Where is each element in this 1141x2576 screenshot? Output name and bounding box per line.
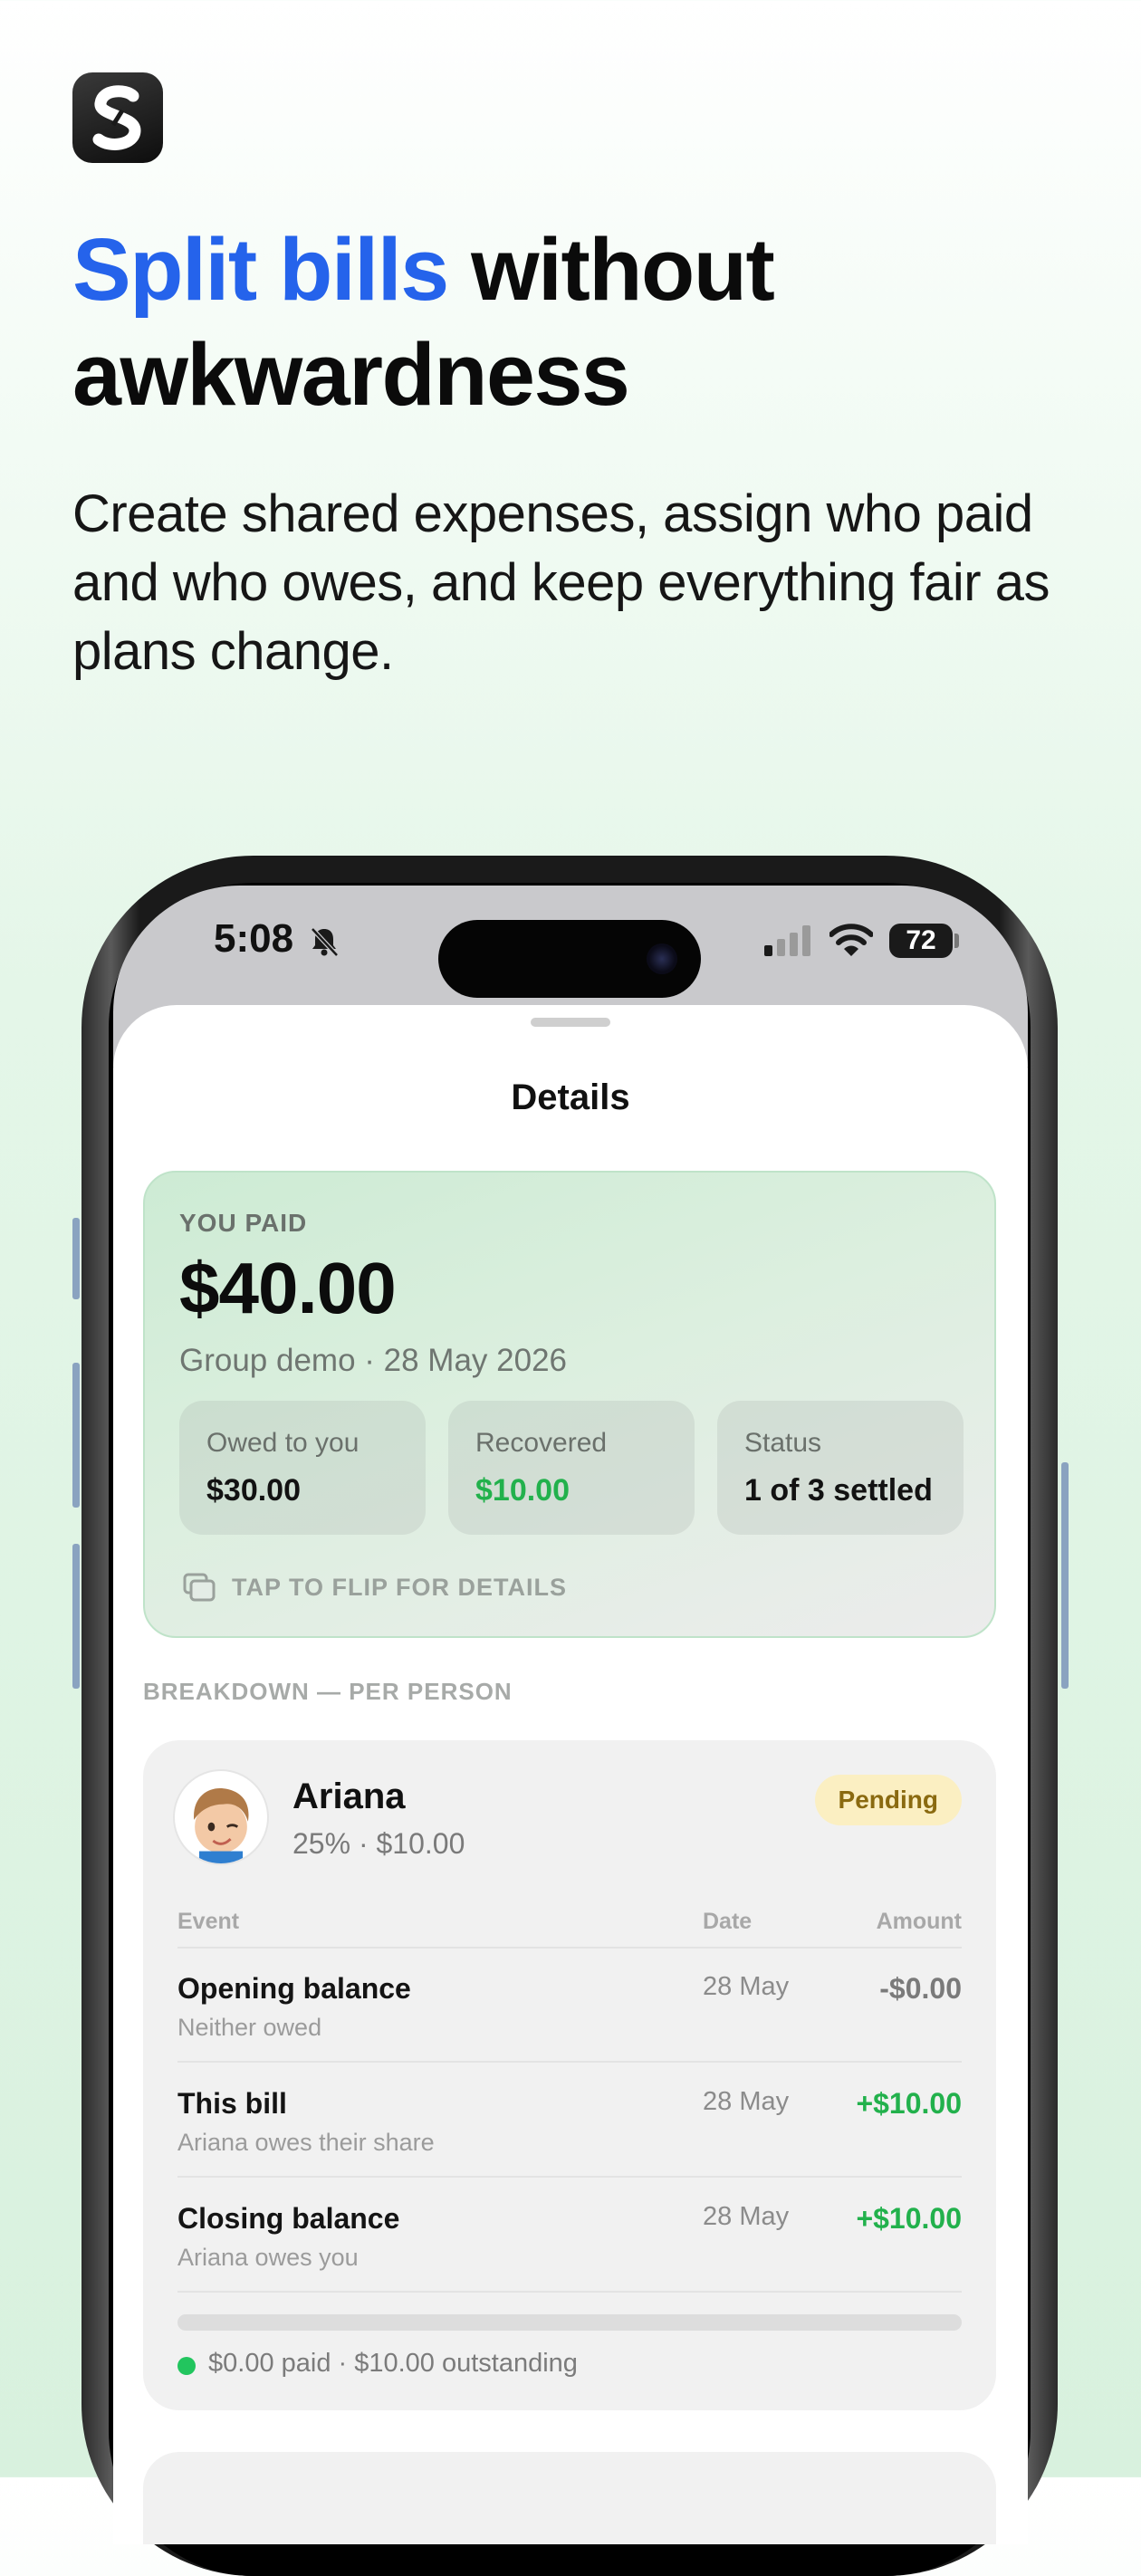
divider	[177, 2176, 962, 2178]
row-subtitle: Neither owed	[177, 2014, 322, 2041]
stat-value: $10.00	[475, 1473, 570, 1508]
battery-level: 72	[906, 925, 936, 955]
status-dot	[177, 2357, 196, 2375]
column-header-date: Date	[703, 1909, 753, 1934]
power-button	[1061, 1462, 1069, 1689]
row-amount: -$0.00	[879, 1972, 962, 2005]
divider	[177, 2291, 962, 2293]
bill-meta: Group demo · 28 May 2026	[179, 1343, 568, 1378]
stat-value: 1 of 3 settled	[744, 1473, 933, 1508]
stat-value: $30.00	[206, 1473, 301, 1508]
row-date: 28 May	[703, 2087, 790, 2116]
divider	[177, 2061, 962, 2063]
you-paid-label: YOU PAID	[179, 1209, 308, 1237]
person-share: 25% · $10.00	[292, 1827, 465, 1860]
breakdown-section-label: BREAKDOWN — PER PERSON	[143, 1678, 513, 1705]
volume-up-button	[72, 1363, 80, 1508]
row-subtitle: Ariana owes their share	[177, 2129, 435, 2156]
stat-owed-to-you: Owed to you $30.00	[179, 1401, 426, 1535]
avatar	[173, 1769, 269, 1865]
dynamic-island	[438, 920, 701, 998]
row-date: 28 May	[703, 1972, 790, 2001]
action-button	[72, 1218, 80, 1299]
headline: Split bills without awkwardness	[72, 217, 1069, 427]
sheet-grabber[interactable]	[531, 1018, 610, 1027]
divider	[177, 1947, 962, 1949]
progress-text: $0.00 paid · $10.00 outstanding	[208, 2349, 578, 2378]
person-name: Ariana	[292, 1776, 406, 1816]
row-title: Opening balance	[177, 1972, 411, 2005]
wifi-icon	[829, 924, 873, 956]
front-camera	[647, 943, 677, 974]
bell-slash-icon	[311, 927, 339, 957]
paid-amount: $40.00	[179, 1248, 397, 1328]
stat-label: Status	[744, 1428, 822, 1458]
details-sheet: Details YOU PAID $40.00 Group demo · 28 …	[113, 1005, 1028, 2544]
status-time: 5:08	[214, 916, 294, 961]
stat-label: Owed to you	[206, 1428, 360, 1458]
logo-s-icon	[92, 85, 141, 150]
column-header-amount: Amount	[876, 1909, 962, 1934]
row-amount: +$10.00	[856, 2202, 962, 2235]
stat-status: Status 1 of 3 settled	[717, 1401, 964, 1535]
headline-line2: awkwardness	[72, 325, 630, 424]
app-logo	[72, 72, 163, 163]
flip-hint-label: TAP TO FLIP FOR DETAILS	[232, 1573, 568, 1601]
row-title: This bill	[177, 2087, 287, 2120]
headline-line1-rest: without	[447, 220, 775, 319]
row-title: Closing balance	[177, 2202, 400, 2235]
subheadline: Create shared expenses, assign who paid …	[72, 484, 1050, 681]
row-date: 28 May	[703, 2202, 790, 2231]
status-badge: Pending	[814, 1775, 962, 1825]
next-person-card[interactable]	[143, 2452, 996, 2544]
headline-accent: Split bills	[72, 220, 449, 319]
cellular-signal-icon	[764, 925, 810, 956]
stat-recovered: Recovered $10.00	[448, 1401, 695, 1535]
row-subtitle: Ariana owes you	[177, 2244, 359, 2271]
memoji-avatar-icon	[194, 1788, 249, 1863]
battery-icon: 72	[889, 924, 953, 958]
summary-card[interactable]: YOU PAID $40.00 Group demo · 28 May 2026…	[143, 1171, 996, 1638]
flip-hint[interactable]: TAP TO FLIP FOR DETAILS	[183, 1573, 567, 1602]
battery-tip	[954, 934, 959, 948]
payment-progress-bar	[177, 2314, 962, 2331]
column-header-event: Event	[177, 1909, 240, 1934]
person-card[interactable]: Ariana 25% · $10.00 Pending Event Date A…	[143, 1740, 996, 2410]
flip-cards-icon	[183, 1573, 216, 1602]
row-amount: +$10.00	[856, 2087, 962, 2120]
volume-down-button	[72, 1544, 80, 1689]
sheet-title: Details	[511, 1077, 630, 1117]
stat-label: Recovered	[475, 1428, 608, 1458]
